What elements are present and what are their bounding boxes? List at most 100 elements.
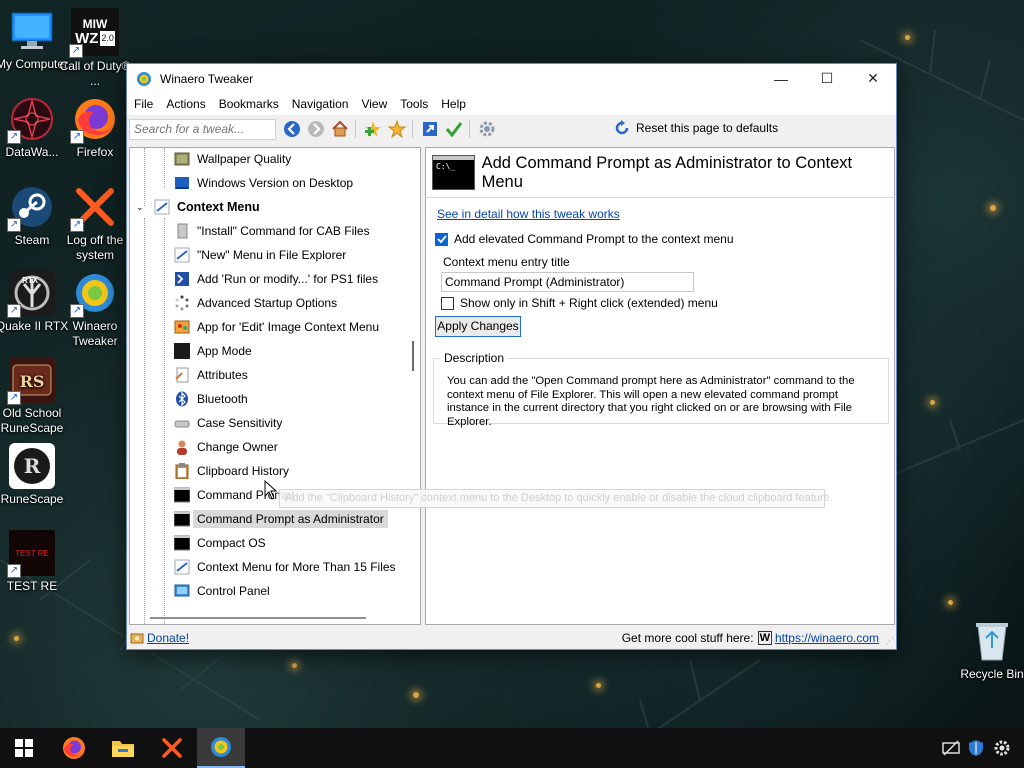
export-button[interactable] bbox=[419, 118, 441, 140]
apply-changes-button[interactable]: Apply Changes bbox=[435, 316, 521, 337]
menu-tools[interactable]: Tools bbox=[394, 97, 434, 111]
menu-navigation[interactable]: Navigation bbox=[286, 97, 355, 111]
resize-grip-icon[interactable]: ⋰ bbox=[885, 636, 894, 647]
rtx-badge: RTX bbox=[22, 276, 38, 285]
powershell-icon bbox=[175, 272, 189, 286]
tree-item-label: Compact OS bbox=[197, 536, 266, 550]
title-bar[interactable]: Winaero Tweaker — ☐ ✕ bbox=[127, 64, 896, 93]
tray-settings[interactable] bbox=[992, 738, 1012, 758]
user-icon bbox=[177, 440, 187, 455]
tree-item-case-sensitivity[interactable]: Case Sensitivity bbox=[174, 412, 282, 434]
tree-item-control-panel[interactable]: Control Panel bbox=[174, 580, 270, 602]
add-bookmark-button[interactable] bbox=[362, 118, 384, 140]
desktop-icon-call-of-duty[interactable]: MIW WZ 2.0 ↗ Call of Duty® ... bbox=[58, 8, 132, 89]
desktop-icon-label: RuneScape bbox=[0, 492, 64, 506]
tree-vertical-scrollbar[interactable] bbox=[412, 341, 414, 371]
minimize-button[interactable]: — bbox=[758, 64, 804, 93]
tree-line bbox=[144, 218, 145, 624]
tree-item-install-cab[interactable]: "Install" Command for CAB Files bbox=[174, 220, 370, 242]
desktop-icon-firefox[interactable]: ↗ Firefox bbox=[58, 96, 132, 160]
close-button[interactable]: ✕ bbox=[850, 64, 896, 93]
wallpaper-icon bbox=[174, 152, 190, 166]
cab-file-icon bbox=[177, 223, 188, 239]
shift-only-checkbox[interactable] bbox=[441, 296, 454, 310]
forward-button[interactable] bbox=[305, 118, 327, 140]
tree-item-wallpaper-quality[interactable]: Wallpaper Quality bbox=[174, 148, 291, 170]
clipboard-icon bbox=[175, 463, 189, 479]
monitor-icon bbox=[9, 8, 55, 54]
search-input[interactable] bbox=[129, 118, 276, 140]
bokeh-light bbox=[596, 683, 601, 688]
detail-link[interactable]: See in detail how this tweak works bbox=[437, 207, 620, 221]
tree-item-edit-image-app[interactable]: App for 'Edit' Image Context Menu bbox=[174, 316, 379, 338]
settings-button[interactable] bbox=[476, 118, 498, 140]
chevron-down-icon: ⌄ bbox=[136, 201, 144, 212]
desktop-icon-runescape[interactable]: R RuneScape bbox=[0, 443, 69, 507]
tree-item-attributes[interactable]: Attributes bbox=[174, 364, 248, 386]
description-title: Description bbox=[441, 351, 508, 365]
entry-title-input[interactable] bbox=[441, 272, 694, 292]
tray-network[interactable] bbox=[941, 738, 961, 758]
donate-link[interactable]: Donate! bbox=[147, 631, 189, 645]
steam-icon: ↗ bbox=[7, 184, 55, 232]
tree-item-advanced-startup[interactable]: Advanced Startup Options bbox=[174, 292, 337, 314]
tree-item-run-ps1[interactable]: Add 'Run or modify...' for PS1 files bbox=[174, 268, 378, 290]
desktop-icon-test-re[interactable]: TEST RE ↗ TEST RE bbox=[0, 530, 69, 594]
apply-checkmark-button[interactable] bbox=[443, 118, 465, 140]
shortcut-arrow-icon: ↗ bbox=[69, 44, 83, 58]
taskbar-log-off[interactable] bbox=[148, 728, 196, 768]
add-elevated-cmd-checkbox-row[interactable]: Add elevated Command Prompt to the conte… bbox=[435, 232, 734, 246]
shortcut-arrow-icon: ↗ bbox=[70, 130, 84, 144]
tree-item-app-mode[interactable]: App Mode bbox=[174, 340, 252, 362]
menu-help[interactable]: Help bbox=[435, 97, 472, 111]
tree-item-new-menu[interactable]: "New" Menu in File Explorer bbox=[174, 244, 346, 266]
more-stuff-text: Get more cool stuff here: bbox=[621, 631, 754, 645]
winaero-website-link[interactable]: https://winaero.com bbox=[775, 631, 879, 645]
bokeh-light bbox=[948, 600, 953, 605]
tree-item-bluetooth[interactable]: Bluetooth bbox=[174, 388, 248, 410]
add-elevated-cmd-checkbox[interactable] bbox=[435, 232, 448, 246]
taskbar-winaero-tweaker[interactable] bbox=[197, 728, 245, 768]
tree-item-label: App for 'Edit' Image Context Menu bbox=[197, 320, 380, 334]
drive-icon bbox=[174, 420, 190, 428]
start-button[interactable] bbox=[0, 728, 48, 768]
mouse-cursor-icon bbox=[264, 480, 278, 500]
tree-item-windows-version[interactable]: Windows Version on Desktop bbox=[174, 172, 353, 194]
desktop-icon-log-off[interactable]: ↗ Log off the system bbox=[58, 184, 132, 263]
toolbar-separator bbox=[355, 120, 356, 138]
add-bookmark-icon bbox=[365, 121, 381, 137]
tweak-tree[interactable]: Wallpaper Quality Windows Version on Des… bbox=[129, 147, 421, 625]
tree-section-label: Context Menu bbox=[177, 200, 260, 214]
tree-item-compact-os[interactable]: Compact OS bbox=[174, 532, 266, 554]
menu-actions[interactable]: Actions bbox=[160, 97, 211, 111]
tree-item-change-owner[interactable]: Change Owner bbox=[174, 436, 278, 458]
shift-only-checkbox-row[interactable]: Show only in Shift + Right click (extend… bbox=[441, 296, 718, 310]
desktop-icon-old-school-runescape[interactable]: RS ↗ Old School RuneScape bbox=[0, 357, 69, 436]
bookmarks-button[interactable] bbox=[386, 118, 408, 140]
desktop-icon-winaero-tweaker[interactable]: ↗ Winaero Tweaker bbox=[58, 270, 132, 349]
tweak-details-panel: C:\_ Add Command Prompt as Administrator… bbox=[425, 147, 895, 625]
file-explorer-icon bbox=[112, 741, 134, 757]
back-button[interactable] bbox=[281, 118, 303, 140]
tree-horizontal-scrollbar[interactable] bbox=[150, 617, 366, 619]
menu-view[interactable]: View bbox=[355, 97, 393, 111]
tray-security[interactable] bbox=[966, 738, 986, 758]
tree-item-label: Attributes bbox=[197, 368, 248, 382]
panel-title: Add Command Prompt as Administrator to C… bbox=[481, 153, 853, 191]
tree-section-context-menu[interactable]: ⌄ Context Menu bbox=[136, 196, 260, 218]
tree-item-context-menu-15-files[interactable]: Context Menu for More Than 15 Files bbox=[174, 556, 396, 578]
taskbar bbox=[0, 728, 1024, 768]
tree-item-command-prompt-admin[interactable]: Command Prompt as Administrator bbox=[174, 508, 388, 530]
taskbar-firefox[interactable] bbox=[50, 728, 98, 768]
maximize-button[interactable]: ☐ bbox=[804, 64, 850, 93]
desktop-icon-recycle-bin[interactable]: Recycle Bin bbox=[955, 618, 1024, 682]
menu-file[interactable]: File bbox=[128, 97, 159, 111]
reset-page-button[interactable]: Reset this page to defaults bbox=[613, 119, 778, 137]
tree-item-clipboard-history[interactable]: Clipboard History bbox=[174, 460, 289, 482]
desktop-icon-label: Firefox bbox=[76, 145, 114, 159]
tree-item-label: Context Menu for More Than 15 Files bbox=[197, 560, 396, 574]
menu-bookmarks[interactable]: Bookmarks bbox=[213, 97, 285, 111]
home-button[interactable] bbox=[329, 118, 351, 140]
menu-bar: File Actions Bookmarks Navigation View T… bbox=[127, 93, 896, 115]
taskbar-file-explorer[interactable] bbox=[99, 728, 147, 768]
